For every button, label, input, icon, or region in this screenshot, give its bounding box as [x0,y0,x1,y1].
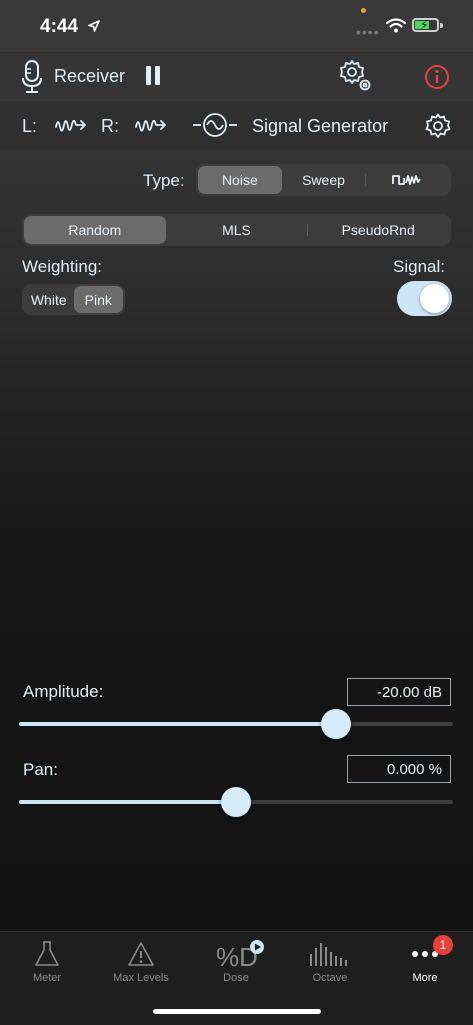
noise-option-random[interactable]: Random [24,216,166,244]
more-badge: 1 [433,935,453,955]
weighting-segmented-control: White Pink [22,284,125,315]
privacy-indicator-dot [361,8,366,13]
tab-more-label: More [412,972,438,984]
signal-toggle-knob [420,284,449,313]
home-indicator[interactable] [153,1009,321,1014]
tab-dose[interactable]: %D [191,940,281,975]
amplitude-slider-thumb[interactable] [320,709,351,739]
tab-octave-label: Octave [312,972,348,984]
dose-icon: %D [216,940,264,972]
pan-slider-thumb[interactable] [221,787,251,817]
battery-nub [440,23,443,28]
tab-meter-label: Meter [32,972,62,984]
microphone-icon[interactable] [22,60,42,94]
signal-generator-icon [193,113,237,137]
receiver-label[interactable]: Receiver [54,66,125,87]
octave-bars-icon [310,943,347,966]
pan-value-field[interactable]: 0.000 % [347,755,451,783]
type-option-sweep[interactable]: Sweep [282,166,366,194]
type-option-waveform[interactable] [365,166,449,194]
amplitude-slider-track[interactable] [19,722,453,726]
right-noise-wave-icon[interactable] [135,115,167,135]
weighting-option-white[interactable]: White [24,286,74,313]
type-label: Type: [143,171,185,190]
signal-label: Signal: [393,257,445,276]
tab-max-levels-label: Max Levels [113,972,169,984]
tab-max-levels[interactable] [96,940,186,973]
tab-meter[interactable] [2,940,92,973]
weighting-option-pink[interactable]: Pink [73,286,123,313]
location-arrow-icon [88,20,100,32]
signal-type-segmented-control: Noise Sweep [196,164,451,196]
generator-settings-gear-icon[interactable] [425,113,451,139]
right-channel-label: R: [101,116,119,136]
info-icon[interactable] [424,64,450,90]
signal-generator-label: Signal Generator [252,116,389,136]
charging-bolt-icon: ⚡ [420,18,429,32]
type-option-noise[interactable]: Noise [198,166,282,194]
amplitude-slider-fill [19,722,336,726]
battery-icon: ⚡ [412,18,439,32]
square-noise-wave-icon [392,175,421,185]
noise-mode-segmented-control: Random MLS PseudoRnd [22,214,451,246]
flask-icon [35,941,59,966]
pan-slider-fill [19,800,236,804]
tab-dose-label: Dose [223,972,249,984]
weighting-label: Weighting: [22,257,103,276]
left-noise-wave-icon[interactable] [55,115,87,135]
signal-toggle[interactable] [397,281,452,316]
settings-gear-icon[interactable] [339,59,373,93]
cellular-signal-icon: •••• [356,24,380,40]
warning-icon [128,942,154,966]
pause-button[interactable] [146,66,164,90]
amplitude-label: Amplitude: [23,682,104,701]
left-channel-label: L: [22,116,38,136]
amplitude-value-field[interactable]: -20.00 dB [347,678,451,706]
status-time: 4:44 [40,16,79,37]
wifi-icon [386,18,406,33]
noise-option-mls[interactable]: MLS [166,216,308,244]
pan-label: Pan: [23,760,58,779]
noise-option-pseudornd[interactable]: PseudoRnd [307,216,449,244]
tab-octave[interactable] [285,940,375,973]
tab-more[interactable] [380,940,470,973]
